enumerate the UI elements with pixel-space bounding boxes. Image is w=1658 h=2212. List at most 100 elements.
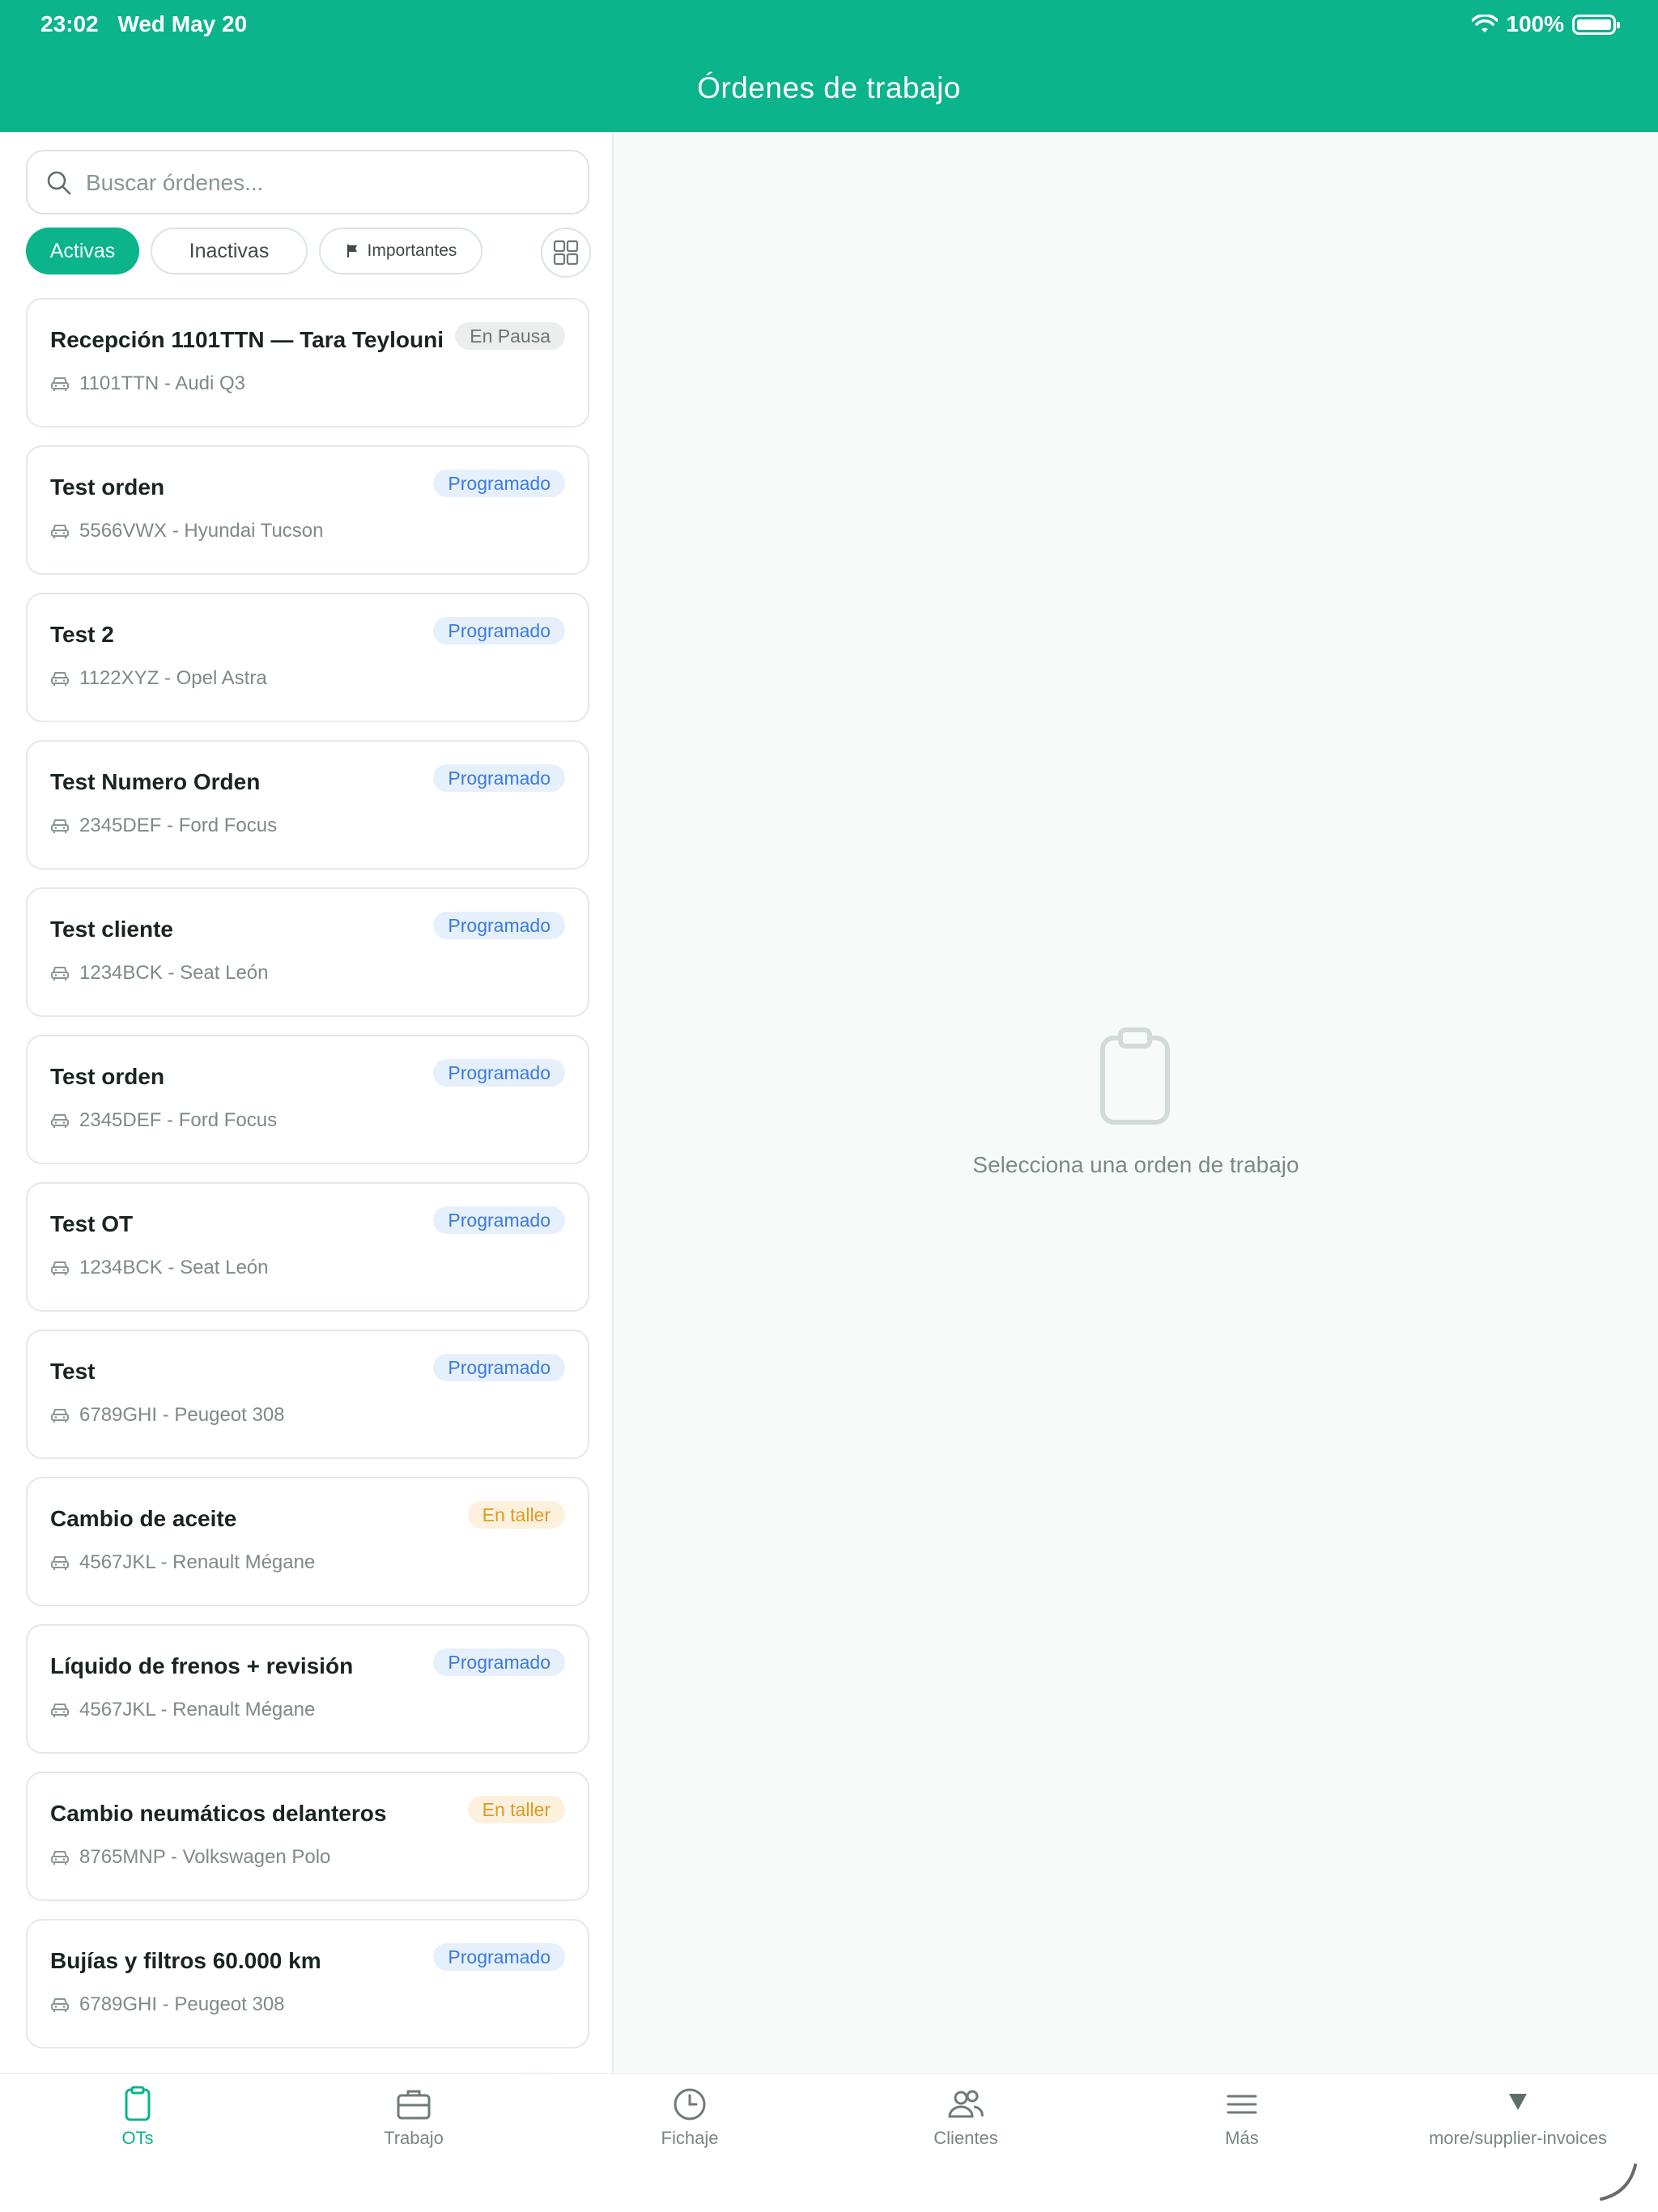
order-title: Test orden [50, 1064, 165, 1089]
status-badge: Programado [433, 764, 565, 792]
order-card[interactable]: Cambio neumáticos delanteros En taller 876… [26, 1772, 589, 1901]
order-vehicle: 5566VWX - Hyundai Tucson [50, 520, 324, 542]
top-bar: 23:02 Wed May 20 100% Órdenes de trabajo [0, 0, 1658, 132]
status-badge: Programado [433, 617, 565, 644]
status-badge: En taller [467, 1501, 565, 1529]
battery-percentage: 100% [1506, 11, 1564, 36]
vehicle-label: 1234BCK - Seat León [79, 962, 269, 984]
tab-label: more/supplier-invoices [1428, 2128, 1608, 2148]
vehicle-label: 8765MNP - Volkswagen Polo [79, 1846, 331, 1868]
filter-active-chip[interactable]: Activas [26, 228, 139, 274]
car-icon [51, 1556, 69, 1570]
briefcase-icon [397, 2090, 431, 2120]
status-date: Wed May 20 [117, 11, 248, 36]
vehicle-label: 4567JKL - Renault Mégane [79, 1551, 316, 1573]
tab-fichaje[interactable]: Fichaje [552, 2086, 827, 2175]
tab-label: Clientes [933, 2128, 998, 2148]
search-input[interactable] [86, 163, 572, 203]
order-vehicle: 2345DEF - Ford Focus [50, 1109, 277, 1132]
page-title: Órdenes de trabajo [697, 71, 961, 104]
status-badge: Programado [433, 912, 565, 939]
order-vehicle: 6789GHI - Peugeot 308 [50, 1993, 285, 2016]
tab-label: OTs [121, 2128, 154, 2148]
car-icon [51, 1261, 69, 1275]
order-vehicle: 1101TTN - Audi Q3 [50, 372, 245, 395]
vehicle-label: 6789GHI - Peugeot 308 [79, 1993, 285, 2015]
order-list: Recepción 1101TTN — Tara Teylouni En Paus… [26, 298, 589, 2066]
car-icon [51, 967, 69, 981]
status-badge: En Pausa [455, 322, 565, 350]
order-vehicle: 1234BCK - Seat León [50, 962, 269, 985]
search-bar[interactable] [26, 150, 589, 215]
order-title: Test [50, 1359, 96, 1384]
order-card[interactable]: Test Programado 6789GHI - Peugeot 308 [26, 1329, 589, 1459]
tab-clientes[interactable]: Clientes [828, 2086, 1103, 2175]
vehicle-label: 5566VWX - Hyundai Tucson [79, 520, 324, 542]
status-badge: Programado [433, 1648, 565, 1676]
car-icon [51, 1704, 69, 1717]
vehicle-label: 6789GHI - Peugeot 308 [79, 1404, 285, 1426]
wifi-icon [1472, 15, 1499, 32]
order-card[interactable]: Test orden Programado 5566VWX - Hyundai Tu… [26, 445, 589, 575]
tab-label: Más [1225, 2128, 1259, 2148]
order-card[interactable]: Test 2 Programado 1122XYZ - Opel Astra [26, 593, 589, 722]
car-icon [51, 1409, 69, 1423]
order-card[interactable]: Test orden Programado 2345DEF - Ford Focus [26, 1035, 589, 1164]
search-icon [47, 171, 71, 195]
order-vehicle: 1122XYZ - Opel Astra [50, 667, 267, 690]
filter-important-label: Importantes [367, 241, 457, 260]
vehicle-label: 4567JKL - Renault Mégane [79, 1699, 316, 1721]
status-bar-indicators: 100% [1472, 11, 1620, 37]
order-title: Test 2 [50, 622, 114, 647]
empty-state-text: Selecciona una orden de trabajo [972, 1152, 1299, 1177]
status-badge: Programado [433, 1943, 565, 1971]
vehicle-label: 1101TTN - Audi Q3 [79, 372, 245, 394]
order-card[interactable]: Líquido de frenos + revisión Programado 45… [26, 1624, 589, 1754]
users-icon [948, 2090, 984, 2118]
tab-label: Trabajo [384, 2128, 444, 2148]
order-title: Cambio neumáticos delanteros [50, 1801, 387, 1826]
vehicle-label: 2345DEF - Ford Focus [79, 1109, 278, 1131]
order-detail-pane: Selecciona una orden de trabajo [614, 132, 1658, 2073]
order-title: Test orden [50, 474, 165, 500]
filter-important-chip[interactable]: Importantes [319, 228, 483, 274]
order-vehicle: 4567JKL - Renault Mégane [50, 1551, 315, 1574]
tab-trabajo[interactable]: Trabajo [276, 2086, 551, 2175]
car-icon [51, 1998, 69, 2012]
flag-icon [346, 245, 357, 257]
order-vehicle: 1234BCK - Seat León [50, 1257, 269, 1279]
status-time: 23:02 [40, 11, 99, 36]
filter-bar: Activas Inactivas Importantes [26, 228, 593, 278]
vehicle-label: 1234BCK - Seat León [79, 1257, 269, 1278]
order-title: Recepción 1101TTN — Tara Teylouni [50, 327, 444, 352]
order-card[interactable]: Test OT Programado 1234BCK - Seat León [26, 1182, 589, 1312]
status-badge: En taller [467, 1796, 565, 1823]
triangle-down-icon [1509, 2094, 1527, 2110]
car-icon [51, 672, 69, 686]
vehicle-label: 2345DEF - Ford Focus [79, 815, 278, 836]
tab-ots[interactable]: OTs [0, 2086, 275, 2175]
order-card[interactable]: Test cliente Programado 1234BCK - Seat Leó… [26, 887, 589, 1017]
car-icon [51, 819, 69, 833]
grid-view-toggle[interactable] [541, 228, 591, 278]
status-badge: Programado [433, 470, 565, 497]
order-title: Bujías y filtros 60.000 km [50, 1948, 321, 1973]
filter-inactive-chip[interactable]: Inactivas [151, 228, 308, 274]
order-title: Test cliente [50, 917, 173, 942]
status-badge: Programado [433, 1059, 565, 1087]
order-title: Test Numero Orden [50, 769, 261, 794]
clock-icon [674, 2088, 706, 2121]
tab-mas[interactable]: Más [1104, 2086, 1380, 2175]
order-card[interactable]: Recepción 1101TTN — Tara Teylouni En Paus… [26, 298, 589, 428]
order-vehicle: 4567JKL - Renault Mégane [50, 1699, 315, 1721]
car-icon [51, 525, 69, 538]
grid-icon [553, 240, 579, 266]
bottom-tab-bar: OTs Trabajo Fichaje Clientes Más more/su… [0, 2073, 1658, 2212]
order-card[interactable]: Test Numero Orden Programado 2345DEF - For… [26, 740, 589, 870]
order-card[interactable]: Cambio de aceite En taller 4567JKL - Renau… [26, 1477, 589, 1606]
vehicle-label: 1122XYZ - Opel Astra [79, 667, 267, 689]
order-vehicle: 2345DEF - Ford Focus [50, 815, 277, 837]
order-vehicle: 6789GHI - Peugeot 308 [50, 1404, 285, 1427]
orders-list-pane: Activas Inactivas Importantes Recepción … [0, 132, 614, 2073]
order-card[interactable]: Bujías y filtros 60.000 km Programado 6789… [26, 1919, 589, 2048]
